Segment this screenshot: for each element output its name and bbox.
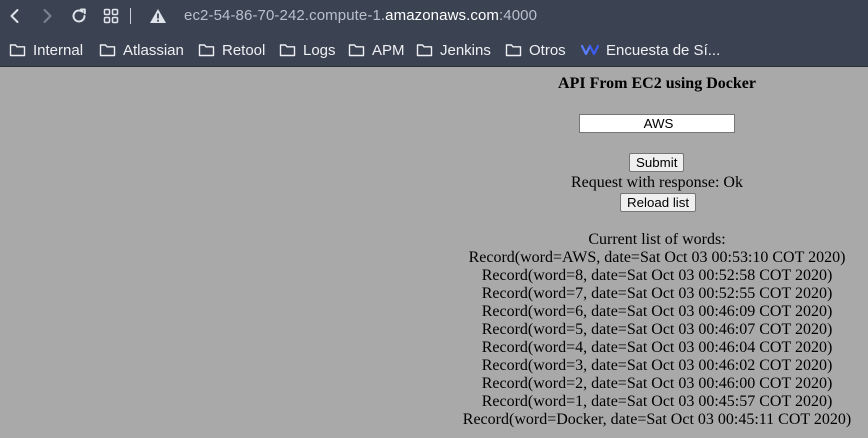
chrome-divider — [0, 66, 868, 67]
records-list: Record(word=AWS, date=Sat Oct 03 00:53:1… — [447, 249, 867, 429]
folder-icon — [198, 44, 215, 57]
bookmark-apm[interactable]: APM — [348, 40, 405, 60]
browser-toolbar: ec2-54-86-70-242.compute-1.amazonaws.com… — [0, 0, 868, 33]
url-host: amazonaws.com — [385, 7, 500, 24]
bookmark-jenkins[interactable]: Jenkins — [416, 40, 491, 60]
folder-icon — [99, 44, 116, 57]
bookmark-atlassian[interactable]: Atlassian — [99, 40, 184, 60]
survey-logo-icon — [581, 44, 599, 56]
page-title: API From EC2 using Docker — [558, 75, 756, 92]
bookmark-label: Internal — [33, 41, 84, 59]
list-title: Current list of words: — [588, 231, 726, 248]
folder-icon — [416, 44, 433, 57]
list-item: Record(word=4, date=Sat Oct 03 00:46:04 … — [481, 339, 833, 356]
bookmark-label: APM — [372, 41, 405, 59]
bookmark-otros[interactable]: Otros — [505, 40, 566, 60]
warning-icon[interactable] — [148, 6, 168, 26]
submit-button[interactable]: Submit — [629, 153, 685, 172]
url-port: :4000 — [499, 7, 538, 24]
reload-list-button[interactable]: Reload list — [620, 193, 697, 212]
reload-icon[interactable] — [69, 6, 89, 26]
forward-icon[interactable] — [37, 6, 57, 26]
bookmark-retool[interactable]: Retool — [198, 40, 265, 60]
list-item: Record(word=AWS, date=Sat Oct 03 00:53:1… — [468, 249, 846, 266]
list-item: Record(word=6, date=Sat Oct 03 00:46:09 … — [481, 303, 833, 320]
list-item: Record(word=7, date=Sat Oct 03 00:52:55 … — [481, 285, 833, 302]
folder-icon — [348, 44, 365, 57]
list-item: Record(word=5, date=Sat Oct 03 00:46:07 … — [481, 321, 833, 338]
bookmark-label: Atlassian — [123, 41, 184, 59]
bookmark-label: Jenkins — [440, 41, 491, 59]
list-item: Record(word=Docker, date=Sat Oct 03 00:4… — [462, 411, 852, 428]
list-item: Record(word=8, date=Sat Oct 03 00:52:58 … — [481, 267, 833, 284]
apps-grid-icon[interactable] — [101, 6, 121, 26]
bookmark-internal[interactable]: Internal — [9, 40, 83, 60]
folder-icon — [505, 44, 522, 57]
bookmark-encuesta[interactable]: Encuesta de Sí... — [581, 40, 720, 60]
list-item: Record(word=3, date=Sat Oct 03 00:46:02 … — [481, 357, 833, 374]
url-prefix: ec2-54-86-70-242.compute-1. — [184, 7, 386, 24]
list-item: Record(word=1, date=Sat Oct 03 00:45:57 … — [481, 393, 833, 410]
word-input[interactable]: AWS — [579, 114, 735, 133]
bookmarks-bar: Internal Atlassian Retool Logs APM Jenki… — [0, 33, 868, 66]
toolbar-separator — [130, 8, 131, 24]
bookmark-label: Otros — [529, 41, 566, 59]
bookmark-logs[interactable]: Logs — [279, 40, 336, 60]
response-text: Request with response: Ok — [571, 174, 743, 191]
folder-icon — [9, 44, 26, 57]
bookmark-label: Retool — [222, 41, 266, 59]
list-item: Record(word=2, date=Sat Oct 03 00:46:00 … — [481, 375, 833, 392]
browser-chrome: ec2-54-86-70-242.compute-1.amazonaws.com… — [0, 0, 868, 67]
address-bar[interactable]: ec2-54-86-70-242.compute-1.amazonaws.com… — [184, 7, 537, 24]
bookmark-label: Logs — [303, 41, 336, 59]
folder-icon — [279, 44, 296, 57]
back-icon[interactable] — [5, 6, 25, 26]
bookmark-label: Encuesta de Sí... — [606, 41, 721, 59]
